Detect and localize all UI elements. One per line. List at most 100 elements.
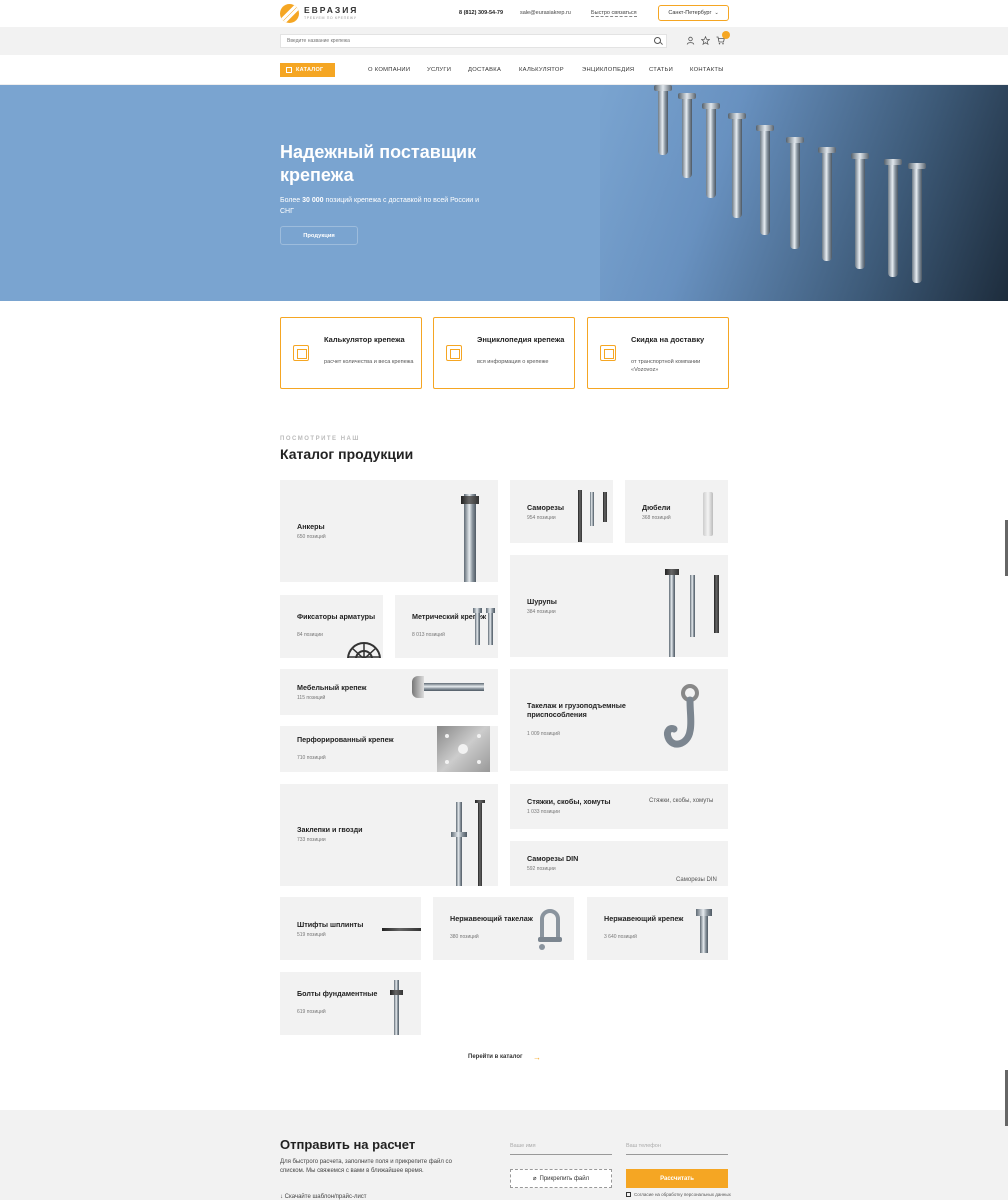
hero-title: Надежный поставщик крепежа: [280, 142, 477, 185]
calculator-icon: [293, 345, 309, 361]
catalog-card-foundation-bolts[interactable]: Болты фундаментные 619 позиций: [280, 972, 421, 1035]
feature-title: Скидка на доставку: [631, 335, 705, 344]
catalog-card-wood-screws[interactable]: Шурупы 384 позиции: [510, 555, 728, 657]
nav-item-company[interactable]: О КОМПАНИИ: [368, 67, 410, 73]
catalog-card-stainless-rigging[interactable]: Нержавеющий такелаж 380 позиций: [433, 897, 574, 960]
catalog-kicker: ПОСМОТРИТЕ НАШ: [280, 436, 360, 442]
card-title: Шурупы: [527, 597, 557, 606]
card-count: 710 позиций: [297, 755, 326, 761]
card-count: 733 позиции: [297, 837, 326, 843]
card-count: 8 013 позиций: [412, 632, 445, 638]
catalog-card-rebar-fixators[interactable]: Фиксаторы арматуры 84 позиции: [280, 595, 383, 658]
card-title: Штифты шплинты: [297, 920, 364, 929]
city-selector[interactable]: Санкт-Петербург ⌄: [658, 5, 729, 21]
cart-badge: [722, 31, 730, 39]
hero-screws-image: [600, 85, 1008, 301]
hero-subtitle: Более 30 000 позиций крепежа с доставкой…: [280, 197, 479, 215]
card-title: Перфорированный крепеж: [297, 735, 394, 744]
card-count: 1 033 позиции: [527, 809, 560, 815]
nav-item-services[interactable]: УСЛУГИ: [427, 67, 451, 73]
nav-item-articles[interactable]: СТАТЬИ: [649, 67, 673, 73]
card-count: 3 640 позиций: [604, 934, 637, 940]
nav-item-delivery[interactable]: ДОСТАВКА: [468, 67, 501, 73]
city-label: Санкт-Петербург: [668, 10, 712, 16]
catalog-button-label: КАТАЛОГ: [296, 67, 324, 73]
card-title: Нержавеющий крепеж: [604, 914, 684, 923]
card-count: 619 позиций: [297, 1009, 326, 1015]
card-title: Анкеры: [297, 522, 325, 531]
attach-file-button[interactable]: ⌀ Прикрепить файл: [510, 1169, 612, 1188]
screw-image: [578, 490, 582, 542]
catalog-card-din-screws[interactable]: Саморезы DIN 592 позиции Саморезы DIN: [510, 841, 728, 886]
phone-link[interactable]: 8 (812) 309-54-79: [459, 10, 503, 16]
card-title: Нержавеющий такелаж: [450, 914, 533, 923]
card-title: Болты фундаментные: [297, 989, 378, 998]
favorites-star-icon[interactable]: [700, 35, 711, 46]
catalog-card-dowels[interactable]: Дюбели 368 позиций: [625, 480, 728, 543]
catalog-card-perforated-fasteners[interactable]: Перфорированный крепеж 710 позиций: [280, 726, 498, 772]
card-count: 384 позиции: [527, 609, 556, 615]
card-count: 650 позиций: [297, 534, 326, 540]
nav-item-contacts[interactable]: КОНТАКТЫ: [690, 67, 724, 73]
catalog-button[interactable]: КАТАЛОГ: [280, 63, 335, 77]
catalog-card-stainless-fasteners[interactable]: Нержавеющий крепеж 3 640 позиций: [587, 897, 728, 960]
checkbox-icon: [626, 1192, 631, 1197]
quick-contact-link[interactable]: Быстро связаться: [591, 10, 637, 17]
furniture-bolt-image: [420, 683, 484, 691]
card-title: Такелаж и грузоподъемные приспособления: [527, 701, 626, 719]
search-icon[interactable]: [654, 37, 661, 44]
products-button[interactable]: Продукция: [280, 226, 358, 245]
card-title: Саморезы: [527, 503, 564, 512]
download-template-link[interactable]: ↓ Скачайте шаблон/прайс-лист: [280, 1194, 367, 1200]
dowel-image: [703, 492, 713, 536]
calculate-button[interactable]: Рассчитать: [626, 1169, 728, 1188]
catalog-card-furniture-fasteners[interactable]: Мебельный крепеж 115 позиций: [280, 669, 498, 715]
wood-screw-image: [669, 571, 675, 657]
card-title: Саморезы DIN: [527, 854, 579, 863]
phone-field[interactable]: Ваш телефон: [626, 1143, 728, 1155]
goto-catalog-link[interactable]: Перейти в каталог: [468, 1054, 523, 1060]
logo-name: ЕВРАЗИЯ: [304, 5, 359, 16]
email-link[interactable]: sale@eurasiakrep.ru: [520, 10, 571, 16]
logo[interactable]: ЕВРАЗИЯ ТРЕБУЕМ ПО КРЕПЕЖУ: [280, 4, 358, 23]
ties-image-alt: Стяжки, скобы, хомуты: [649, 798, 714, 804]
card-count: 954 позиции: [527, 515, 556, 521]
catalog-card-self-tapping-screws[interactable]: Саморезы 954 позиции: [510, 480, 613, 543]
din-image-alt: Саморезы DIN: [676, 877, 717, 883]
catalog-card-anchors[interactable]: Анкеры 650 позиций: [280, 480, 498, 582]
card-title: Фиксаторы арматуры: [297, 612, 376, 621]
name-field[interactable]: Ваше имя: [510, 1143, 612, 1155]
card-title: Стяжки, скобы, хомуты: [527, 797, 611, 806]
anchor-image: [464, 494, 476, 582]
nav-item-encyclopedia[interactable]: ЭНЦИКЛОПЕДИЯ: [582, 67, 634, 73]
feature-text: вся информация о крепеже: [477, 359, 549, 365]
consent-checkbox[interactable]: Согласие на обработку персональных данны…: [626, 1192, 731, 1197]
catalog-card-ties-clamps[interactable]: Стяжки, скобы, хомуты 1 033 позиции Стяж…: [510, 784, 728, 829]
top-bar: ЕВРАЗИЯ ТРЕБУЕМ ПО КРЕПЕЖУ 8 (812) 309-5…: [0, 0, 1008, 27]
nav-item-calculator[interactable]: КАЛЬКУЛЯТОР: [519, 67, 564, 73]
feature-encyclopedia[interactable]: Энциклопедия крепежа вся информация о кр…: [433, 317, 575, 389]
arrow-right-icon: →: [533, 1053, 541, 1062]
search-box: [280, 34, 667, 48]
catalog-card-rivets-nails[interactable]: Заклепки и гвозди 733 позиции: [280, 784, 498, 886]
form-title: Отправить на расчет: [280, 1137, 416, 1152]
feature-title: Калькулятор крепежа: [324, 335, 405, 344]
feature-delivery-discount[interactable]: Скидка на доставку от транспортной компа…: [587, 317, 729, 389]
catalog-card-metric-fasteners[interactable]: Метрический крепеж 8 013 позиций: [395, 595, 498, 658]
catalog-card-pins[interactable]: Штифты шплинты 519 позиций: [280, 897, 421, 960]
feature-calculator[interactable]: Калькулятор крепежа расчет количества и …: [280, 317, 422, 389]
fixator-image: [347, 642, 381, 658]
paperclip-icon: ⌀: [532, 1176, 537, 1182]
card-count: 115 позиций: [297, 695, 326, 701]
main-nav: КАТАЛОГ О КОМПАНИИ УСЛУГИ ДОСТАВКА КАЛЬК…: [0, 55, 1008, 85]
search-strip: [0, 27, 1008, 55]
feature-title: Энциклопедия крепежа: [477, 335, 565, 344]
calculation-form-section: [0, 1110, 1008, 1200]
book-icon: [446, 345, 462, 361]
catalog-card-rigging[interactable]: Такелаж и грузоподъемные приспособления …: [510, 669, 728, 771]
grid-icon: [286, 67, 292, 73]
user-icon[interactable]: [686, 36, 695, 45]
search-input[interactable]: [287, 38, 647, 44]
foundation-bolt-image: [394, 980, 399, 1035]
perforated-plate-image: [437, 726, 490, 772]
